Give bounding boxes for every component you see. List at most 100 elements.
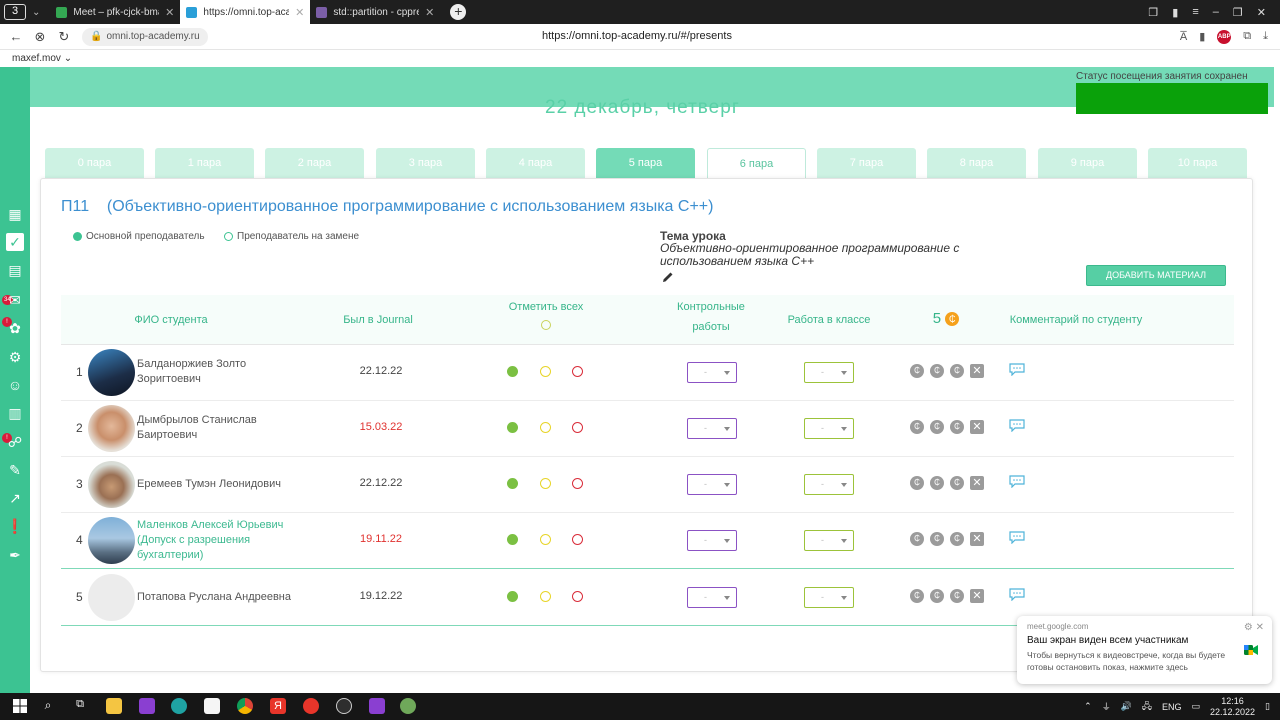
coin-1-button[interactable]: ₵ [910, 476, 924, 490]
clear-coins-button[interactable]: ✕ [970, 532, 984, 546]
tab-pair-4[interactable]: 4 пара [486, 148, 585, 178]
absent-button[interactable] [572, 591, 583, 602]
visual-studio-icon[interactable] [139, 698, 155, 714]
close-window-icon[interactable]: ✕ [1257, 6, 1266, 19]
tasks-icon[interactable]: ✎ [6, 461, 24, 479]
browser-tab-omni[interactable]: https://omni.top-academ ✕ [180, 0, 311, 24]
coin-1-button[interactable]: ₵ [910, 420, 924, 434]
pencil-icon[interactable] [662, 271, 674, 283]
coin-3-button[interactable]: ₵ [950, 476, 964, 490]
app-icon[interactable] [400, 698, 416, 714]
reload-icon[interactable]: ↻ [52, 29, 76, 45]
absent-button[interactable] [572, 478, 583, 489]
tab-pair-5[interactable]: 5 пара [596, 148, 695, 178]
chevron-down-icon[interactable]: ⌄ [64, 53, 72, 64]
task-view-icon[interactable]: ⧉ [72, 698, 88, 714]
language-indicator[interactable]: ENG [1162, 702, 1182, 712]
coin-2-button[interactable]: ₵ [930, 589, 944, 603]
tab-pair-1[interactable]: 1 пара [155, 148, 254, 178]
clear-coins-button[interactable]: ✕ [970, 364, 984, 378]
coin-2-button[interactable]: ₵ [930, 532, 944, 546]
coin-3-button[interactable]: ₵ [950, 532, 964, 546]
tab-pair-3[interactable]: 3 пара [376, 148, 475, 178]
absent-button[interactable] [572, 534, 583, 545]
alert-icon[interactable]: ❗ [6, 517, 24, 535]
file-explorer-icon[interactable] [106, 698, 122, 714]
settings-icon[interactable]: ⚙ [1244, 622, 1253, 633]
classwork-grade-select[interactable]: - [804, 474, 854, 495]
coin-3-button[interactable]: ₵ [950, 589, 964, 603]
tab-pair-7[interactable]: 7 пара [817, 148, 916, 178]
present-button[interactable] [507, 366, 518, 377]
test-grade-select[interactable]: - [687, 530, 737, 551]
clear-coins-button[interactable]: ✕ [970, 420, 984, 434]
settings-icon[interactable]: ✿ [6, 319, 24, 337]
test-grade-select[interactable]: - [687, 587, 737, 608]
test-grade-select[interactable]: - [687, 474, 737, 495]
present-button[interactable] [507, 478, 518, 489]
notifications-icon[interactable]: ▯ [1265, 701, 1270, 712]
tab-pair-6[interactable]: 6 пара [707, 148, 806, 180]
bookmark-item[interactable]: maxef.mov [12, 53, 61, 64]
search-icon[interactable]: ⌕ [40, 698, 56, 714]
coin-2-button[interactable]: ₵ [930, 476, 944, 490]
comment-icon[interactable] [1009, 475, 1025, 488]
visual-studio-2-icon[interactable] [369, 698, 385, 714]
add-material-button[interactable]: ДОБАВИТЬ МАТЕРИАЛ [1086, 265, 1226, 286]
close-tab-icon[interactable]: ✕ [425, 6, 434, 19]
comment-icon[interactable] [1009, 588, 1025, 601]
late-button[interactable] [540, 366, 551, 377]
chart-icon[interactable]: ↗ [6, 489, 24, 507]
clock[interactable]: 12:16 22.12.2022 [1210, 696, 1255, 718]
menu-icon[interactable]: ≡ [1192, 6, 1198, 19]
minimize-icon[interactable]: – [1213, 6, 1219, 19]
new-tab-button[interactable]: + [450, 4, 467, 20]
late-button[interactable] [540, 534, 551, 545]
clear-coins-button[interactable]: ✕ [970, 476, 984, 490]
windows-start-icon[interactable] [12, 698, 28, 714]
browser-tab-meet[interactable]: Meet – pfk-cjck-bma ✕ [50, 0, 180, 24]
present-button[interactable] [507, 422, 518, 433]
tray-chevron-icon[interactable]: ⌃ [1084, 701, 1092, 712]
late-button[interactable] [540, 478, 551, 489]
network-icon[interactable]: 🖧 [1142, 699, 1152, 715]
comment-icon[interactable] [1009, 363, 1025, 376]
comment-icon[interactable] [1009, 531, 1025, 544]
homework-icon[interactable]: ▤ [6, 261, 24, 279]
extension-icon[interactable]: ⧉ [1243, 30, 1251, 43]
translate-icon[interactable]: A̅ [1180, 31, 1187, 43]
groups-icon[interactable]: ▥ [6, 404, 24, 422]
close-tab-icon[interactable]: ✕ [295, 6, 304, 19]
test-grade-select[interactable]: - [687, 418, 737, 439]
close-tab-icon[interactable]: ✕ [165, 6, 174, 19]
bookmark-star-icon[interactable]: ▮ [1199, 30, 1205, 43]
clear-coins-button[interactable]: ✕ [970, 589, 984, 603]
browser-tab-cppreference[interactable]: std::partition - cppreferen ✕ [310, 0, 440, 24]
coin-1-button[interactable]: ₵ [910, 589, 924, 603]
close-icon[interactable]: ✕ [1256, 622, 1264, 633]
attendance-icon[interactable]: ✓ [6, 233, 24, 251]
maximize-icon[interactable]: ❐ [1233, 6, 1243, 19]
test-grade-select[interactable]: - [687, 362, 737, 383]
present-button[interactable] [507, 534, 518, 545]
screen-share-notification[interactable]: meet.google.com ⚙ ✕ Ваш экран виден всем… [1017, 616, 1272, 684]
comment-icon[interactable] [1009, 419, 1025, 432]
absent-button[interactable] [572, 422, 583, 433]
late-button[interactable] [540, 422, 551, 433]
screen-icon[interactable]: ▭ [1191, 701, 1200, 712]
coin-1-button[interactable]: ₵ [910, 364, 924, 378]
present-button[interactable] [507, 591, 518, 602]
tab-pair-0[interactable]: 0 пара [45, 148, 144, 178]
edge-icon[interactable] [171, 698, 187, 714]
coin-3-button[interactable]: ₵ [950, 364, 964, 378]
student-name[interactable]: Маленков Алексей Юрьевич (Допуск с разре… [137, 518, 292, 563]
adblock-icon[interactable]: ABP [1217, 29, 1232, 44]
students-icon[interactable]: ☺ [6, 376, 24, 394]
yandex-browser-icon[interactable] [303, 698, 319, 714]
late-button[interactable] [540, 591, 551, 602]
coin-2-button[interactable]: ₵ [930, 364, 944, 378]
tab-pair-2[interactable]: 2 пара [265, 148, 364, 178]
store-icon[interactable] [204, 698, 220, 714]
coin-2-button[interactable]: ₵ [930, 420, 944, 434]
tab-pair-8[interactable]: 8 пара [927, 148, 1026, 178]
